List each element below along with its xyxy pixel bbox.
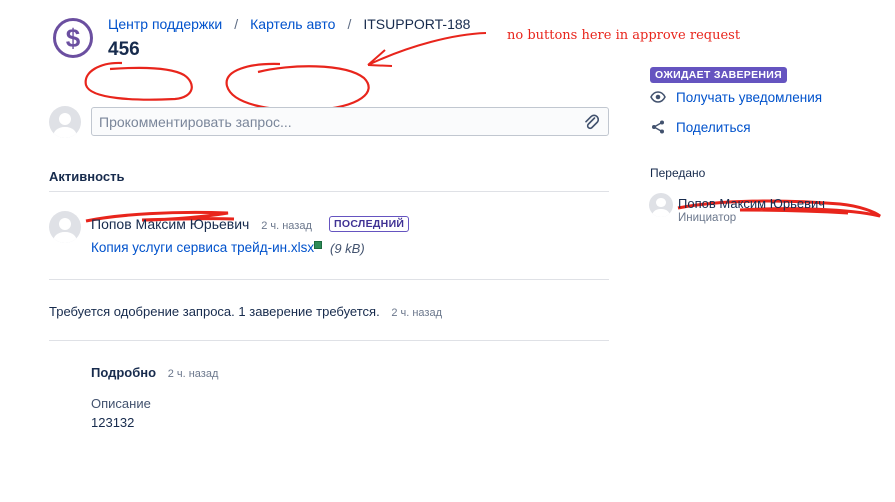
- dollar-icon: $: [65, 23, 81, 53]
- comment-time: 2 ч. назад: [261, 220, 312, 232]
- reporter-name[interactable]: Попов Максим Юрьевич: [678, 196, 825, 211]
- eye-icon: [650, 91, 666, 103]
- approval-row: Требуется одобрение запроса. 1 заверение…: [49, 304, 442, 319]
- reporter-avatar: [649, 193, 673, 217]
- breadcrumb: Центр поддержки / Картель авто / ITSUPPO…: [108, 16, 470, 32]
- excel-file-icon: [314, 241, 323, 249]
- activity-title: Активность: [49, 169, 125, 184]
- attachment-size: (9 kB): [330, 241, 365, 256]
- paperclip-icon[interactable]: [583, 113, 599, 131]
- share-icon: [652, 120, 664, 134]
- current-user-avatar: [49, 106, 81, 138]
- breadcrumb-project[interactable]: Картель авто: [250, 16, 335, 32]
- details-title: Подробно: [91, 365, 157, 380]
- share-label[interactable]: Поделиться: [676, 120, 751, 135]
- reporter-role: Инициатор: [678, 212, 737, 224]
- watch-label[interactable]: Получать уведомления: [676, 90, 822, 105]
- author-avatar: [49, 211, 81, 243]
- attachment-link[interactable]: Копия услуги сервиса трейд-ин.xlsx: [91, 240, 323, 255]
- share-button[interactable]: Поделиться: [650, 119, 751, 135]
- comment-input[interactable]: [91, 107, 609, 136]
- author-name[interactable]: Попов Максим Юрьевич: [91, 216, 249, 232]
- breadcrumb-service-center[interactable]: Центр поддержки: [108, 16, 222, 32]
- breadcrumb-separator: /: [234, 16, 239, 32]
- annotation-circle-2: [225, 62, 370, 112]
- comment-author-row: Попов Максим Юрьевич 2 ч. назад: [91, 216, 312, 232]
- page-title: 456: [108, 39, 140, 60]
- description-value: 123132: [91, 415, 135, 430]
- details-time: 2 ч. назад: [167, 368, 219, 380]
- annotation-arrow: [367, 32, 487, 67]
- attachment-name[interactable]: Копия услуги сервиса трейд-ин.xlsx: [91, 240, 314, 255]
- description-label: Описание: [91, 396, 151, 411]
- approval-time: 2 ч. назад: [391, 307, 442, 319]
- annotation-text: no buttons here in approve request: [507, 28, 741, 43]
- divider: [49, 279, 609, 280]
- handed-over-heading: Передано: [650, 166, 706, 180]
- divider: [49, 191, 609, 192]
- status-badge: ОЖИДАЕТ ЗАВЕРЕНИЯ: [650, 67, 787, 83]
- breadcrumb-separator: /: [347, 16, 352, 32]
- watch-button[interactable]: Получать уведомления: [650, 89, 822, 105]
- breadcrumb-issue-key[interactable]: ITSUPPORT-188: [363, 16, 470, 32]
- details-row: Подробно 2 ч. назад: [91, 365, 218, 380]
- annotation-circle-1: [84, 61, 193, 101]
- latest-badge: ПОСЛЕДНИЙ: [329, 216, 410, 232]
- project-logo[interactable]: $: [53, 18, 93, 58]
- approval-message: Требуется одобрение запроса. 1 заверение…: [49, 304, 380, 319]
- divider: [49, 340, 609, 341]
